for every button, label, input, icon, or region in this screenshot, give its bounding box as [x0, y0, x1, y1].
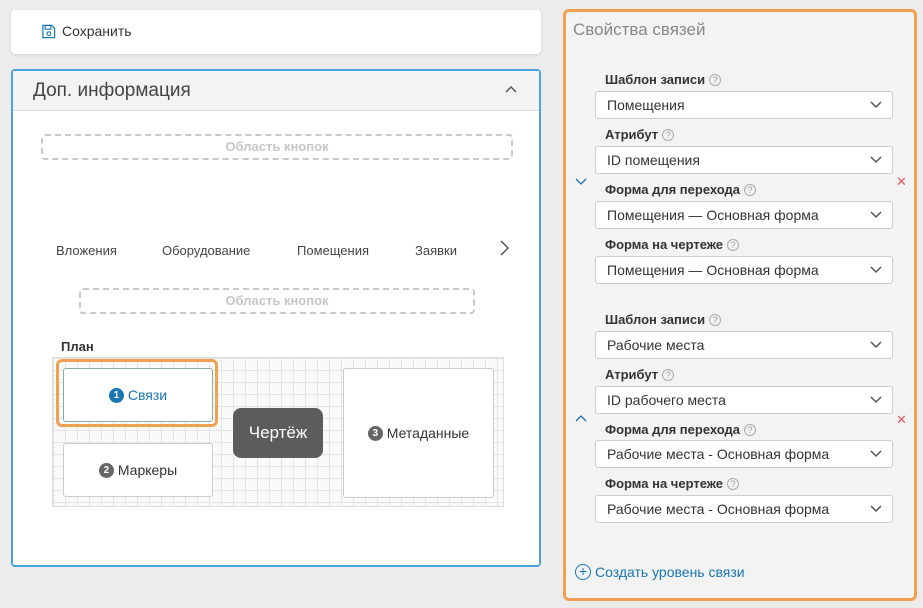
drawing-badge[interactable]: Чертёж [233, 408, 323, 458]
drawing-form-label: Форма на чертеже? [605, 476, 740, 491]
chevron-down-icon [870, 396, 882, 404]
drawing-form-label: Форма на чертеже? [605, 237, 740, 252]
attribute-label: Атрибут? [605, 367, 675, 382]
chevron-down-icon [870, 266, 882, 274]
chevron-down-icon [870, 211, 882, 219]
card-number: 2 [98, 462, 114, 478]
tab-requests[interactable]: Заявки [415, 243, 457, 258]
links-card-highlight [56, 359, 218, 427]
card-markers[interactable]: 2 Маркеры [63, 443, 213, 497]
drawing-form-select[interactable]: Помещения — Основная форма [595, 256, 893, 284]
toolbar: Сохранить [11, 10, 541, 54]
drawing-form-select[interactable]: Рабочие места - Основная форма [595, 495, 893, 523]
create-link-level-button[interactable]: + Создать уровень связи [575, 564, 745, 580]
card-number: 3 [367, 425, 383, 441]
help-icon[interactable]: ? [709, 73, 722, 86]
help-icon[interactable]: ? [727, 238, 740, 251]
info-panel: Доп. информация Область кнопок Вложения … [11, 69, 541, 567]
template-label: Шаблон записи? [605, 72, 722, 87]
card-label: Метаданные [386, 425, 470, 441]
chevron-down-icon [870, 101, 882, 109]
tab-bar: Вложения Оборудование Помещения Заявки [56, 240, 516, 263]
card-label: Маркеры [117, 462, 178, 478]
floppy-disk-icon [42, 24, 56, 38]
template-select[interactable]: Рабочие места [595, 331, 893, 359]
attribute-select[interactable]: ID рабочего места [595, 386, 893, 414]
nav-form-label: Форма для перехода? [605, 182, 757, 197]
tab-equipment[interactable]: Оборудование [162, 243, 250, 258]
attribute-select[interactable]: ID помещения [595, 146, 893, 174]
help-icon[interactable]: ? [744, 423, 757, 436]
remove-group-icon[interactable]: ✕ [896, 174, 907, 190]
button-area-bottom: Область кнопок [79, 288, 475, 314]
nav-form-label: Форма для перехода? [605, 422, 757, 437]
template-select[interactable]: Помещения [595, 91, 893, 119]
nav-form-select[interactable]: Помещения — Основная форма [595, 201, 893, 229]
chevron-down-icon [870, 156, 882, 164]
tab-rooms[interactable]: Помещения [297, 243, 369, 258]
link-properties-panel: Свойства связей Шаблон записи? Помещения… [563, 9, 917, 601]
props-panel-title: Свойства связей [573, 20, 706, 39]
info-panel-title: Доп. информация [33, 80, 191, 101]
button-area-top: Область кнопок [41, 134, 513, 160]
help-icon[interactable]: ? [744, 183, 757, 196]
expand-group-icon[interactable] [575, 414, 587, 422]
info-panel-header[interactable]: Доп. информация [13, 71, 539, 111]
save-button-label: Сохранить [62, 23, 132, 39]
help-icon[interactable]: ? [662, 368, 675, 381]
create-link-level-label: Создать уровень связи [595, 564, 745, 580]
help-icon[interactable]: ? [662, 128, 675, 141]
collapse-group-icon[interactable] [575, 178, 587, 186]
help-icon[interactable]: ? [709, 313, 722, 326]
nav-form-select[interactable]: Рабочие места - Основная форма [595, 440, 893, 468]
chevron-up-icon[interactable] [505, 85, 517, 93]
tab-attachments[interactable]: Вложения [56, 243, 117, 258]
template-label: Шаблон записи? [605, 312, 722, 327]
plus-circle-icon: + [575, 564, 591, 580]
remove-group-icon[interactable]: ✕ [896, 412, 907, 428]
chevron-right-icon[interactable] [500, 240, 509, 256]
chevron-down-icon [870, 341, 882, 349]
save-button[interactable]: Сохранить [41, 23, 132, 39]
plan-label: План [61, 339, 94, 354]
card-metadata[interactable]: 3 Метаданные [343, 368, 494, 498]
chevron-down-icon [870, 505, 882, 513]
attribute-label: Атрибут? [605, 127, 675, 142]
chevron-down-icon [870, 450, 882, 458]
help-icon[interactable]: ? [727, 477, 740, 490]
